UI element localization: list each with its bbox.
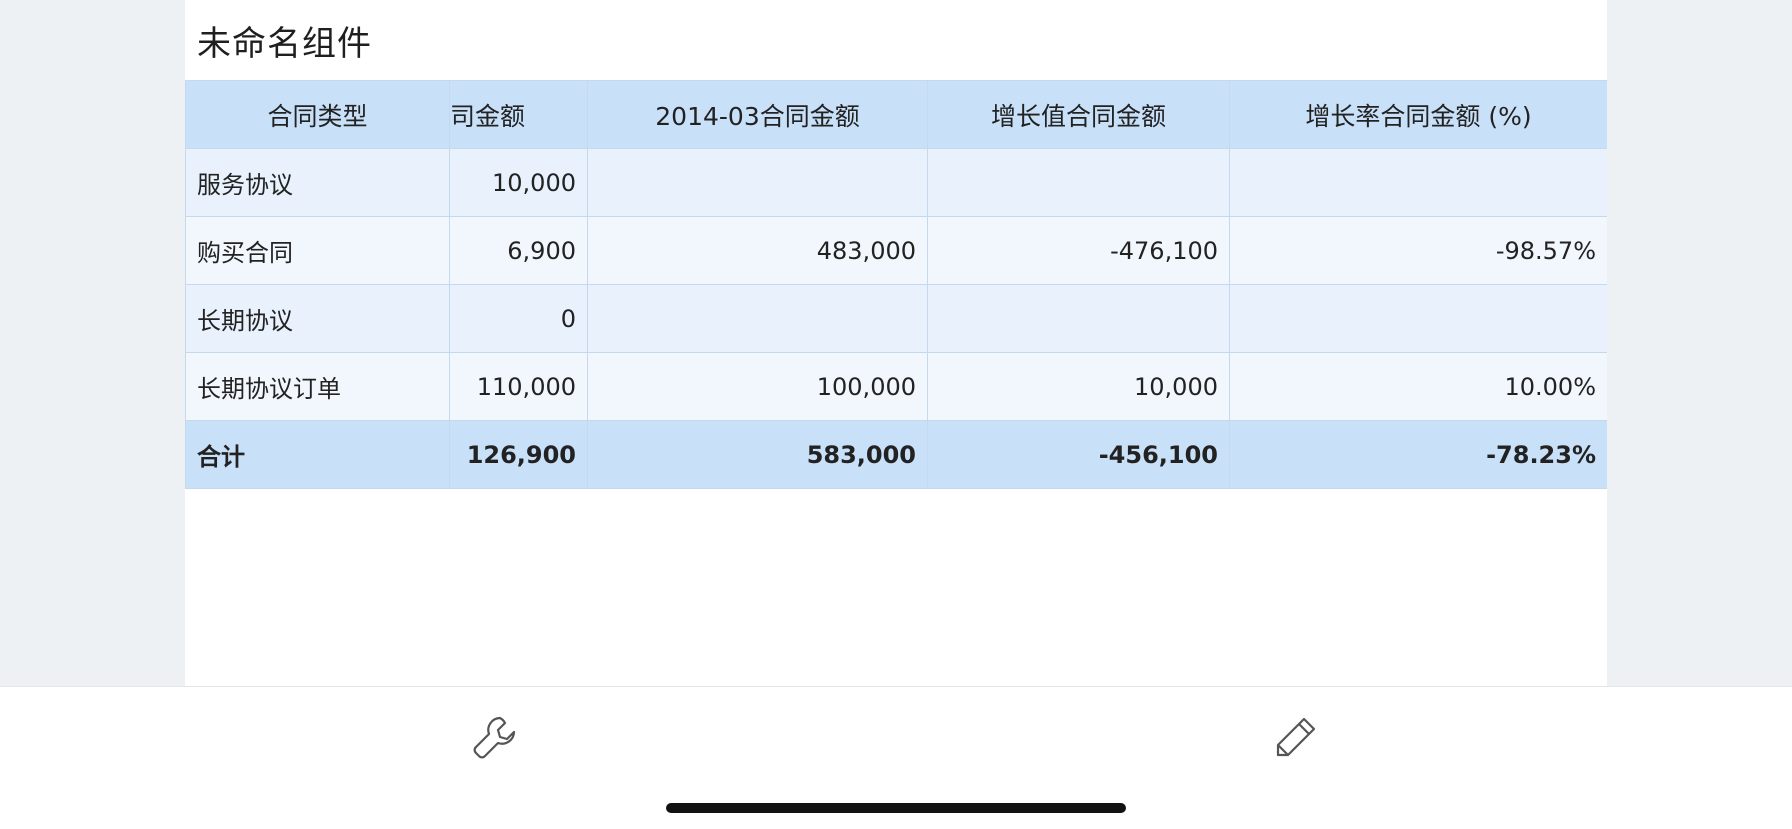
data-table: 合同类型 司金额 2014-03合同金额 增长值合同金额 增长率合同金额 (%)… xyxy=(185,80,1607,489)
total-growth-rate-cell: -78.23% xyxy=(1229,420,1607,489)
wrench-icon xyxy=(470,712,520,766)
home-indicator[interactable] xyxy=(666,803,1126,813)
growth-rate-cell xyxy=(1229,284,1607,353)
column-header-amount[interactable]: 司金额 xyxy=(449,80,588,149)
amount-2014-03-cell xyxy=(587,284,928,353)
column-header-contract-type[interactable]: 合同类型 xyxy=(185,80,450,149)
growth-rate-cell: 10.00% xyxy=(1229,352,1607,421)
table-row: 服务协议 10,000 xyxy=(185,148,1607,217)
app-screen: 未命名组件 合同类型 司金额 2014-03合同金额 增长值合同金额 增长率合同… xyxy=(0,0,1792,829)
amount-cell: 110,000 xyxy=(449,352,588,421)
row-label-cell: 长期协议订单 xyxy=(185,352,450,421)
table-row: 长期协议订单 110,000 100,000 10,000 10.00% xyxy=(185,352,1607,421)
pencil-icon xyxy=(1271,712,1321,766)
amount-cell: 6,900 xyxy=(449,216,588,285)
growth-value-cell xyxy=(927,148,1230,217)
amount-2014-03-cell: 483,000 xyxy=(587,216,928,285)
growth-value-cell: 10,000 xyxy=(927,352,1230,421)
widget-title: 未命名组件 xyxy=(197,24,372,64)
table-row: 购买合同 6,900 483,000 -476,100 -98.57% xyxy=(185,216,1607,285)
column-header-growth-rate[interactable]: 增长率合同金额 (%) xyxy=(1229,80,1607,149)
amount-2014-03-cell xyxy=(587,148,928,217)
row-label-cell: 购买合同 xyxy=(185,216,450,285)
table-total-row: 合计 126,900 583,000 -456,100 -78.23% xyxy=(185,420,1607,489)
amount-2014-03-cell: 100,000 xyxy=(587,352,928,421)
growth-rate-cell: -98.57% xyxy=(1229,216,1607,285)
row-label-cell: 长期协议 xyxy=(185,284,450,353)
bottom-toolbar xyxy=(0,686,1792,829)
edit-button[interactable] xyxy=(1266,709,1326,769)
data-table-container[interactable]: 合同类型 司金额 2014-03合同金额 增长值合同金额 增长率合同金额 (%)… xyxy=(185,80,1607,490)
total-growth-value-cell: -456,100 xyxy=(927,420,1230,489)
column-header-2014-03-amount[interactable]: 2014-03合同金额 xyxy=(587,80,928,149)
total-amount-cell: 126,900 xyxy=(449,420,588,489)
table-row: 长期协议 0 xyxy=(185,284,1607,353)
growth-value-cell xyxy=(927,284,1230,353)
growth-rate-cell xyxy=(1229,148,1607,217)
row-label-cell: 服务协议 xyxy=(185,148,450,217)
amount-cell: 10,000 xyxy=(449,148,588,217)
settings-button[interactable] xyxy=(465,709,525,769)
amount-cell: 0 xyxy=(449,284,588,353)
total-label-cell: 合计 xyxy=(185,420,450,489)
growth-value-cell: -476,100 xyxy=(927,216,1230,285)
column-header-growth-value[interactable]: 增长值合同金额 xyxy=(927,80,1230,149)
total-2014-03-cell: 583,000 xyxy=(587,420,928,489)
table-header-row: 合同类型 司金额 2014-03合同金额 增长值合同金额 增长率合同金额 (%) xyxy=(185,80,1607,149)
widget-card: 未命名组件 合同类型 司金额 2014-03合同金额 增长值合同金额 增长率合同… xyxy=(185,0,1607,686)
